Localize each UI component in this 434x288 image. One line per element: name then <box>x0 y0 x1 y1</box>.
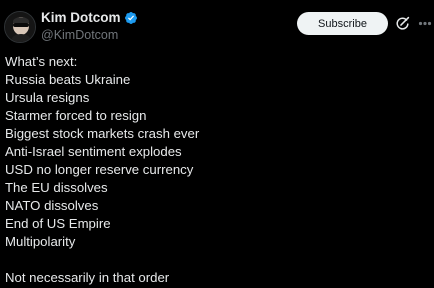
post-line: Anti-Israel sentiment explodes <box>5 144 182 159</box>
post-line: Biggest stock markets crash ever <box>5 126 200 141</box>
author-block[interactable]: Kim Dotcom @KimDotcom <box>41 10 138 43</box>
handle[interactable]: @KimDotcom <box>41 27 138 43</box>
post-line: USD no longer reserve currency <box>5 162 194 177</box>
verified-badge-icon <box>124 12 137 24</box>
more-options-icon[interactable] <box>418 16 432 31</box>
post-line: Multipolarity <box>5 234 76 249</box>
post-line: Ursula resigns <box>5 90 90 105</box>
post-line: What’s next: <box>5 54 78 69</box>
post-header: Kim Dotcom @KimDotcom Subscribe <box>0 0 434 52</box>
post-closing-line: Not necessarily in that order <box>5 270 170 285</box>
post-line: End of US Empire <box>5 216 111 231</box>
display-name[interactable]: Kim Dotcom <box>41 10 121 26</box>
post-line: The EU dissolves <box>5 180 108 195</box>
post-line: Starmer forced to resign <box>5 108 147 123</box>
avatar-image <box>5 12 35 42</box>
avatar[interactable] <box>4 11 36 43</box>
post-line: NATO dissolves <box>5 198 99 213</box>
subscribe-button[interactable]: Subscribe <box>297 12 388 35</box>
grok-icon[interactable] <box>395 16 410 31</box>
post-line: Russia beats Ukraine <box>5 72 131 87</box>
post-body: What’s next: Russia beats Ukraine Ursula… <box>5 53 430 287</box>
name-row: Kim Dotcom <box>41 10 138 26</box>
